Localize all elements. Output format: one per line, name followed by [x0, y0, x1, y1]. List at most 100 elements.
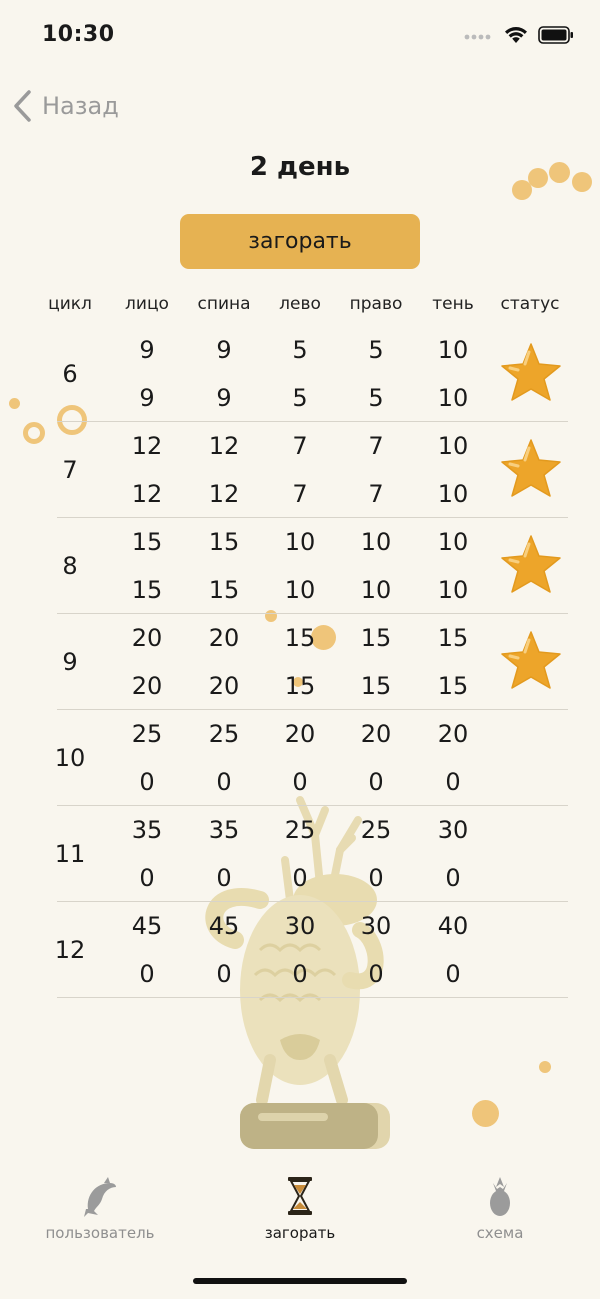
cycle-number: 9	[62, 648, 78, 676]
table-row: 7 12 12 7 7 10 12 12 7 7 10	[0, 422, 600, 518]
cycle-number: 12	[54, 936, 86, 964]
tab-label: загорать	[264, 1224, 336, 1242]
minutes-cell: 20	[131, 672, 163, 700]
table-row: 6 9 9 5 5 10 9 9 5 5 10	[0, 326, 600, 422]
pineapple-icon	[480, 1174, 520, 1218]
minutes-cell: 10	[360, 576, 392, 604]
minutes-cell: 20	[437, 720, 469, 748]
minutes-cell: 10	[437, 336, 469, 364]
minutes-cell: 0	[216, 864, 232, 892]
header-cycle: цикл	[48, 294, 92, 314]
dolphin-icon	[80, 1174, 120, 1218]
minutes-cell: 10	[360, 528, 392, 556]
cycle-number: 6	[62, 360, 78, 388]
minutes-cell: 10	[437, 576, 469, 604]
minutes-cell: 12	[208, 480, 240, 508]
minutes-cell: 15	[284, 672, 316, 700]
minutes-cell: 35	[208, 816, 240, 844]
status-time: 10:30	[42, 22, 115, 47]
hourglass-icon	[280, 1174, 320, 1218]
minutes-cell: 0	[368, 768, 384, 796]
tab-user[interactable]: пользователь	[0, 1166, 200, 1246]
status-bar: 10:30	[0, 0, 600, 74]
tab-label: пользователь	[45, 1224, 155, 1242]
status-icons	[464, 26, 574, 44]
minutes-cell: 25	[284, 816, 316, 844]
minutes-cell: 30	[284, 912, 316, 940]
decorative-circle	[572, 172, 592, 192]
minutes-cell: 7	[292, 432, 308, 460]
header-status: статус	[500, 294, 560, 314]
minutes-cell: 25	[360, 816, 392, 844]
decorative-circle	[539, 1061, 551, 1073]
minutes-cell: 15	[284, 624, 316, 652]
minutes-cell: 12	[131, 480, 163, 508]
minutes-cell: 0	[292, 768, 308, 796]
minutes-cell: 10	[284, 576, 316, 604]
header-shade: тень	[432, 294, 474, 314]
minutes-cell: 0	[445, 768, 461, 796]
page-title: 2 день	[249, 152, 351, 182]
tan-button[interactable]: загорать	[180, 214, 420, 269]
minutes-cell: 15	[131, 528, 163, 556]
minutes-cell: 7	[368, 480, 384, 508]
header-right: право	[349, 294, 403, 314]
minutes-cell: 15	[208, 576, 240, 604]
minutes-cell: 10	[437, 528, 469, 556]
minutes-cell: 10	[284, 528, 316, 556]
tab-scheme[interactable]: схема	[400, 1166, 600, 1246]
minutes-cell: 9	[139, 336, 155, 364]
minutes-cell: 5	[292, 384, 308, 412]
minutes-cell: 15	[437, 624, 469, 652]
minutes-cell: 0	[292, 864, 308, 892]
minutes-cell: 15	[131, 576, 163, 604]
minutes-cell: 20	[208, 624, 240, 652]
minutes-cell: 0	[368, 864, 384, 892]
minutes-cell: 15	[437, 672, 469, 700]
minutes-cell: 0	[368, 960, 384, 988]
minutes-cell: 5	[368, 384, 384, 412]
wifi-icon	[505, 27, 527, 43]
minutes-cell: 20	[284, 720, 316, 748]
minutes-cell: 20	[131, 624, 163, 652]
minutes-cell: 9	[216, 384, 232, 412]
back-button[interactable]: Назад	[12, 86, 119, 126]
tab-tan[interactable]: загорать	[200, 1166, 400, 1246]
table-header: цикл лицо спина лево право тень статус	[0, 294, 600, 318]
cycle-table: 6 9 9 5 5 10 9 9 5 5 10 7 12 12 7 7 10 12 12 7 7 10 8 15 15 10 10 1…	[0, 326, 600, 998]
back-label: Назад	[42, 92, 119, 120]
minutes-cell: 30	[437, 816, 469, 844]
minutes-cell: 10	[437, 384, 469, 412]
header-face: лицо	[125, 294, 169, 314]
star-icon	[501, 631, 561, 689]
minutes-cell: 15	[360, 672, 392, 700]
table-row: 12 45 45 30 30 40 0 0 0 0 0	[0, 902, 600, 998]
minutes-cell: 12	[131, 432, 163, 460]
minutes-cell: 15	[208, 528, 240, 556]
cycle-number: 11	[54, 840, 86, 868]
table-row: 11 35 35 25 25 30 0 0 0 0 0	[0, 806, 600, 902]
decorative-circle	[549, 162, 570, 183]
minutes-cell: 9	[216, 336, 232, 364]
home-indicator[interactable]	[193, 1278, 407, 1284]
minutes-cell: 0	[216, 960, 232, 988]
minutes-cell: 9	[139, 384, 155, 412]
minutes-cell: 5	[292, 336, 308, 364]
minutes-cell: 15	[360, 624, 392, 652]
minutes-cell: 25	[208, 720, 240, 748]
minutes-cell: 0	[445, 960, 461, 988]
minutes-cell: 45	[208, 912, 240, 940]
minutes-cell: 10	[437, 432, 469, 460]
header-left: лево	[279, 294, 321, 314]
decorative-circle	[528, 168, 548, 188]
minutes-cell: 20	[360, 720, 392, 748]
minutes-cell: 0	[292, 960, 308, 988]
minutes-cell: 0	[139, 768, 155, 796]
decorative-circle	[472, 1100, 499, 1127]
tab-label: схема	[476, 1224, 524, 1242]
minutes-cell: 0	[139, 960, 155, 988]
tab-bar: пользователь загорать схема	[0, 1166, 600, 1256]
cellular-signal-icon	[464, 34, 491, 40]
battery-icon	[538, 26, 573, 44]
minutes-cell: 7	[292, 480, 308, 508]
